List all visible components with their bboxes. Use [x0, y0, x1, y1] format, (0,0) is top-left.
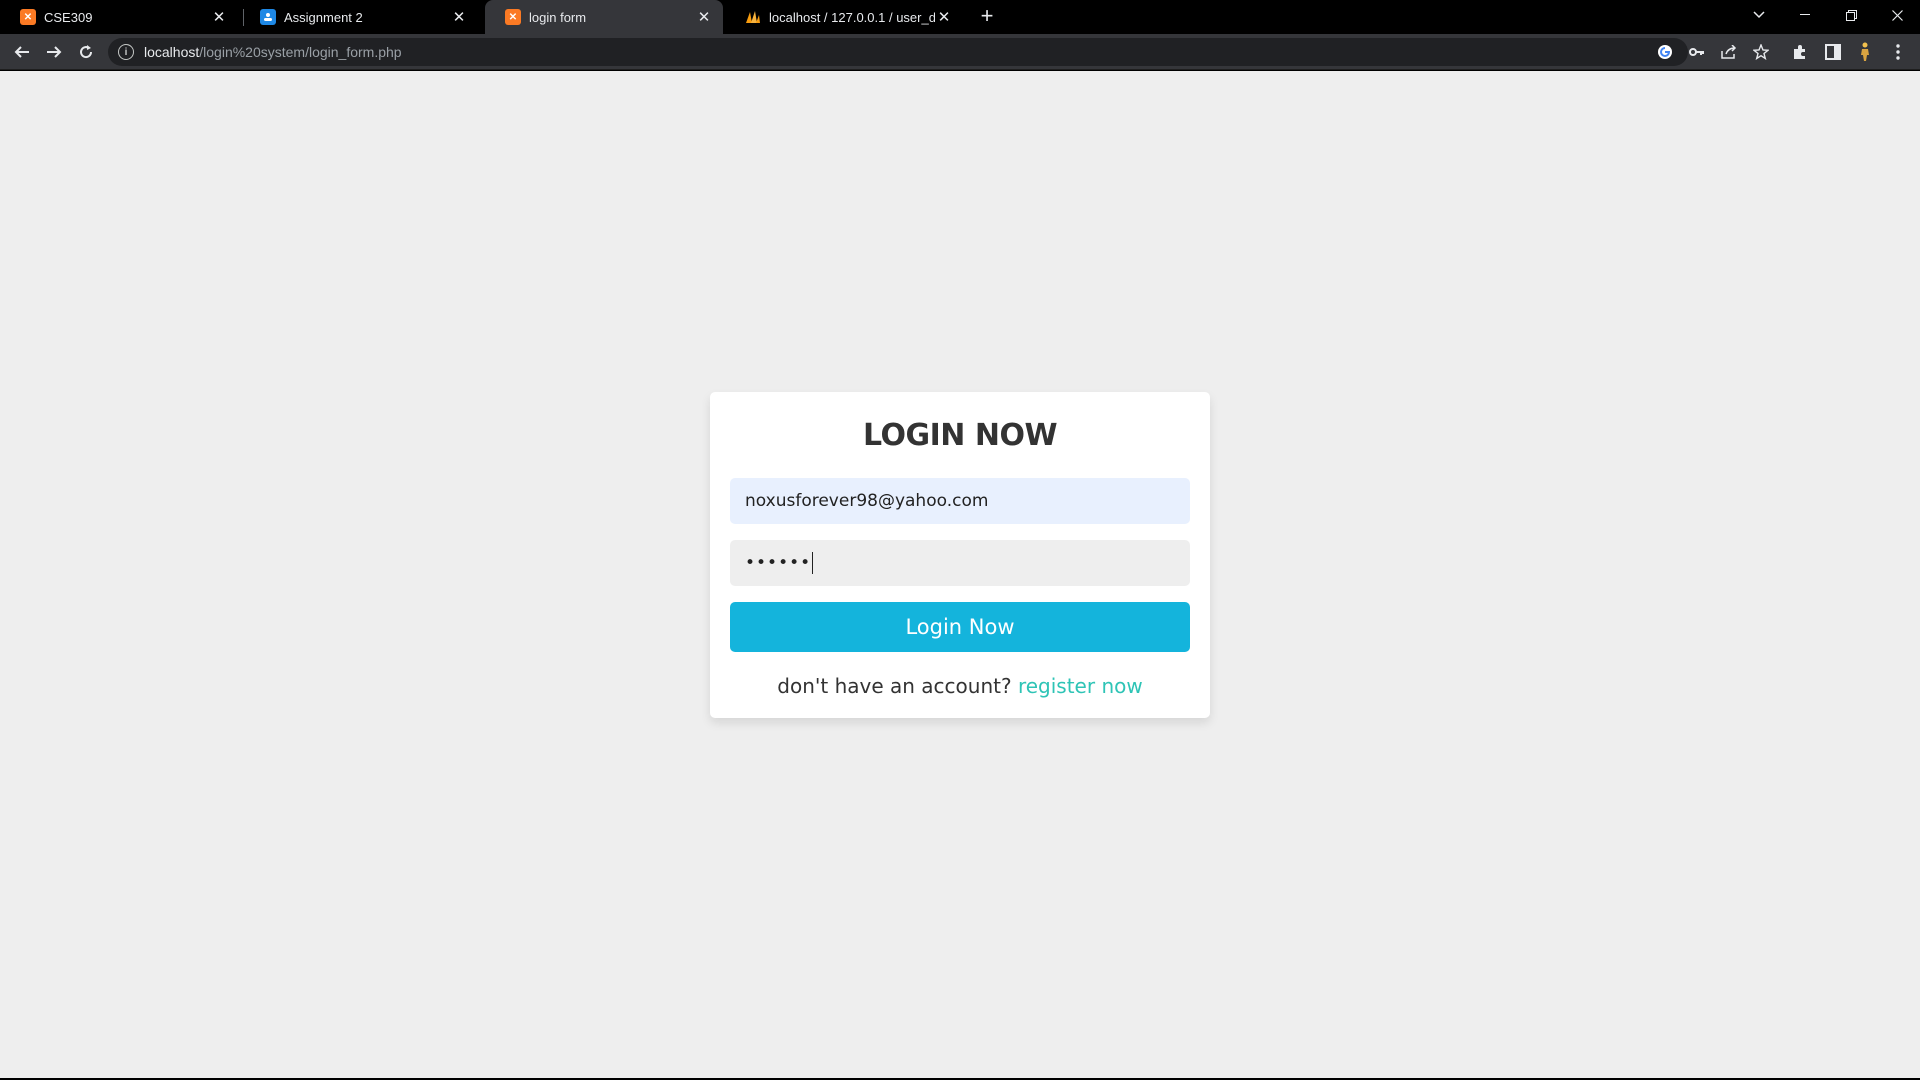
minimize-icon[interactable] [1782, 0, 1828, 30]
password-mask: •••••• [745, 553, 812, 573]
side-panel-icon[interactable] [1821, 40, 1845, 64]
close-icon[interactable]: ✕ [935, 8, 953, 26]
register-link[interactable]: register now [1018, 674, 1143, 698]
new-tab-button[interactable]: + [975, 5, 999, 29]
forward-arrow-icon[interactable] [40, 38, 68, 66]
tab-strip: ✕ CSE309 ✕ Assignment 2 ✕ ✕ login form ✕… [0, 0, 1920, 34]
classroom-icon [260, 9, 276, 25]
site-info-icon[interactable]: i [118, 44, 134, 60]
email-field[interactable]: noxusforever98@yahoo.com [730, 478, 1190, 524]
tab-assignment-2[interactable]: Assignment 2 ✕ [240, 0, 478, 34]
form-title: LOGIN NOW [862, 418, 1058, 453]
xampp-icon: ✕ [505, 9, 521, 25]
phpmyadmin-icon [745, 9, 761, 25]
address-bar[interactable]: i localhost/login%20system/login_form.ph… [108, 38, 1688, 66]
tab-title: CSE309 [44, 9, 93, 25]
profile-avatar-icon[interactable] [1853, 40, 1877, 64]
reload-icon[interactable] [72, 38, 100, 66]
tab-title: Assignment 2 [284, 9, 363, 25]
tab-phpmyadmin[interactable]: localhost / 127.0.0.1 / user_db / u ✕ [725, 0, 963, 34]
tab-title: localhost / 127.0.0.1 / user_db / u [769, 9, 935, 25]
share-icon[interactable] [1717, 40, 1741, 64]
register-prompt: don't have an account? register now [730, 674, 1190, 698]
key-icon[interactable] [1685, 40, 1709, 64]
more-menu-icon[interactable] [1886, 40, 1910, 64]
login-button[interactable]: Login Now [730, 602, 1190, 652]
close-icon[interactable]: ✕ [210, 8, 228, 26]
extensions-puzzle-icon[interactable] [1788, 40, 1812, 64]
close-icon[interactable]: ✕ [695, 8, 713, 26]
xampp-icon: ✕ [20, 9, 36, 25]
bookmark-star-icon[interactable] [1749, 40, 1773, 64]
register-prompt-text: don't have an account? [777, 674, 1012, 698]
browser-toolbar: i localhost/login%20system/login_form.ph… [0, 34, 1920, 70]
login-form-card: LOGIN NOW noxusforever98@yahoo.com •••••… [710, 392, 1210, 718]
tab-login-form[interactable]: ✕ login form ✕ [485, 0, 723, 34]
tab-title: login form [529, 9, 587, 25]
back-arrow-icon[interactable] [8, 38, 36, 66]
text-caret [812, 552, 814, 574]
email-value: noxusforever98@yahoo.com [745, 491, 989, 511]
password-field[interactable]: •••••• [730, 540, 1190, 586]
tab-search-icon[interactable] [1736, 0, 1782, 30]
url-path: /login%20system/login_form.php [199, 44, 402, 60]
tab-cse309[interactable]: ✕ CSE309 ✕ [0, 0, 238, 34]
close-window-icon[interactable] [1874, 0, 1920, 30]
url-host: localhost [144, 44, 200, 60]
close-icon[interactable]: ✕ [450, 8, 468, 26]
restore-icon[interactable] [1828, 0, 1874, 30]
page-content: LOGIN NOW noxusforever98@yahoo.com •••••… [0, 71, 1920, 1078]
google-icon[interactable] [1653, 40, 1677, 64]
